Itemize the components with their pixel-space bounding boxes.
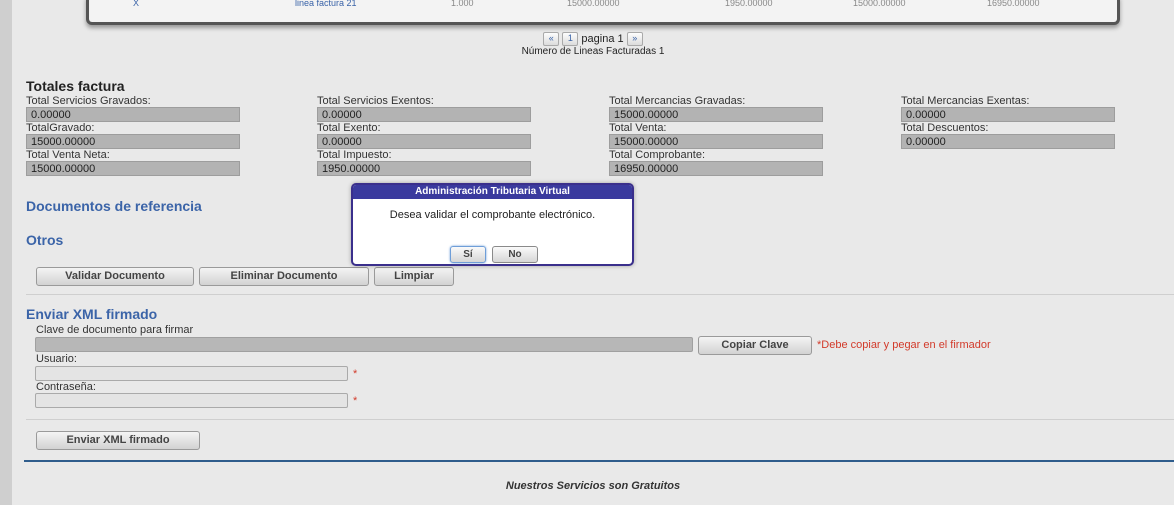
clave-field[interactable] [35, 337, 693, 352]
total-mercancias-exentas-label: Total Mercancias Exentas: [901, 95, 1030, 107]
total-mercancias-gravadas-label: Total Mercancias Gravadas: [609, 95, 746, 107]
line-subtotal: 15000.00000 [567, 0, 620, 8]
total-mercancias-exentas-field: 0.00000 [901, 107, 1115, 122]
pagination: « 1 pagina 1 » [12, 32, 1174, 46]
page-indicator: pagina 1 [581, 33, 624, 45]
total-venta-neta-field: 15000.00000 [26, 161, 240, 176]
dialog-title: Administración Tributaria Virtual [353, 185, 632, 199]
total-servicios-exentos-label: Total Servicios Exentos: [317, 95, 434, 107]
enviar-xml-section-title: Enviar XML firmado [26, 306, 158, 322]
total-descuentos-label: Total Descuentos: [901, 122, 989, 134]
total-exento-label: Total Exento: [317, 122, 381, 134]
copiar-clave-button[interactable]: Copiar Clave [698, 336, 812, 355]
next-page-button[interactable]: » [626, 32, 643, 46]
clave-label: Clave de documento para firmar [36, 324, 194, 336]
yes-button[interactable]: Sí [450, 246, 486, 263]
total-servicios-exentos-field: 0.00000 [317, 107, 531, 122]
page-number-button[interactable]: 1 [562, 32, 579, 46]
line-quantity: 1.000 [451, 0, 474, 8]
total-mercancias-gravadas-field: 15000.00000 [609, 107, 823, 122]
contrasena-input[interactable] [35, 393, 348, 408]
total-venta-field: 15000.00000 [609, 134, 823, 149]
total-gravado-label: TotalGravado: [26, 122, 95, 134]
line-tax: 1950.00000 [725, 0, 773, 8]
total-exento-field: 0.00000 [317, 134, 531, 149]
copiar-warning: *Debe copiar y pegar en el firmador [817, 339, 991, 351]
total-servicios-gravados-field: 0.00000 [26, 107, 240, 122]
enviar-xml-button[interactable]: Enviar XML firmado [36, 431, 200, 450]
dialog-message: Desea validar el comprobante electrónico… [389, 209, 596, 221]
section-divider [26, 419, 1174, 420]
contrasena-label: Contraseña: [36, 381, 96, 393]
usuario-input[interactable] [35, 366, 348, 381]
footer-divider [24, 460, 1174, 462]
limpiar-button[interactable]: Limpiar [374, 267, 454, 286]
line-description-link[interactable]: linea factura 21 [295, 0, 357, 8]
footer-text: Nuestros Servicios son Gratuitos [505, 480, 681, 492]
prev-page-button[interactable]: « [543, 32, 560, 46]
otros-section[interactable]: Otros [26, 232, 63, 248]
delete-line-link[interactable]: X [133, 0, 139, 8]
total-venta-neta-label: Total Venta Neta: [26, 149, 110, 161]
invoice-lines-table: X linea factura 21 1.000 15000.00000 195… [86, 0, 1120, 25]
total-impuesto-field: 1950.00000 [317, 161, 531, 176]
validar-documento-button[interactable]: Validar Documento [36, 267, 194, 286]
usuario-required-mark: * [353, 368, 358, 380]
total-gravado-field: 15000.00000 [26, 134, 240, 149]
total-descuentos-field: 0.00000 [901, 134, 1115, 149]
total-servicios-gravados-label: Total Servicios Gravados: [26, 95, 151, 107]
total-venta-label: Total Venta: [609, 122, 667, 134]
total-comprobante-field: 16950.00000 [609, 161, 823, 176]
line-total: 16950.00000 [987, 0, 1040, 8]
lines-count: Número de Lineas Facturadas 1 [521, 46, 665, 57]
no-button[interactable]: No [492, 246, 538, 263]
contrasena-required-mark: * [353, 395, 358, 407]
usuario-label: Usuario: [36, 353, 77, 365]
total-comprobante-label: Total Comprobante: [609, 149, 705, 161]
eliminar-documento-button[interactable]: Eliminar Documento [199, 267, 369, 286]
total-impuesto-label: Total Impuesto: [317, 149, 392, 161]
confirm-dialog: Administración Tributaria Virtual Desea … [351, 183, 634, 266]
totals-title: Totales factura [26, 78, 125, 94]
section-divider [26, 294, 1174, 295]
main-page: X linea factura 21 1.000 15000.00000 195… [12, 0, 1174, 505]
line-net: 15000.00000 [853, 0, 906, 8]
documentos-referencia-section[interactable]: Documentos de referencia [26, 198, 202, 214]
